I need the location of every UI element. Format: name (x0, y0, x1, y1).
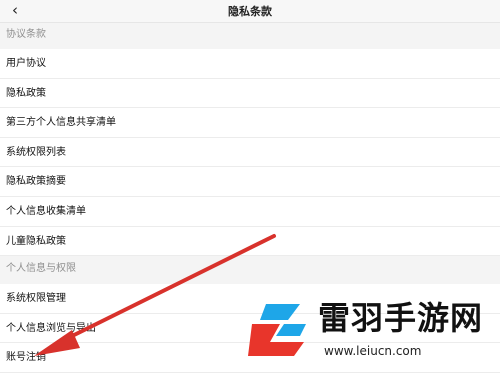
list-item-privacy-policy[interactable]: 隐私政策 (0, 79, 500, 109)
section-header-agreements: 协议条款 (0, 23, 500, 49)
list-item-children-privacy-policy[interactable]: 儿童隐私政策 (0, 227, 500, 257)
watermark-url: www.leiucn.com (324, 344, 422, 358)
section-header-personal-info-permissions: 个人信息与权限 (0, 256, 500, 285)
watermark: 雷羽手游网 www.leiucn.com (246, 296, 500, 367)
leiyu-logo-icon (248, 304, 306, 356)
navigation-bar: ‹ 隐私条款 (0, 0, 500, 23)
list-item-user-agreement[interactable]: 用户协议 (0, 49, 500, 79)
list-item-third-party-sharing-list[interactable]: 第三方个人信息共享清单 (0, 108, 500, 138)
list-item-personal-info-collection-list[interactable]: 个人信息收集清单 (0, 197, 500, 227)
watermark-brand-name: 雷羽手游网 (318, 299, 484, 337)
list-item-system-permissions-list[interactable]: 系统权限列表 (0, 138, 500, 168)
list-item-privacy-policy-summary[interactable]: 隐私政策摘要 (0, 167, 500, 197)
page-title: 隐私条款 (228, 5, 272, 18)
